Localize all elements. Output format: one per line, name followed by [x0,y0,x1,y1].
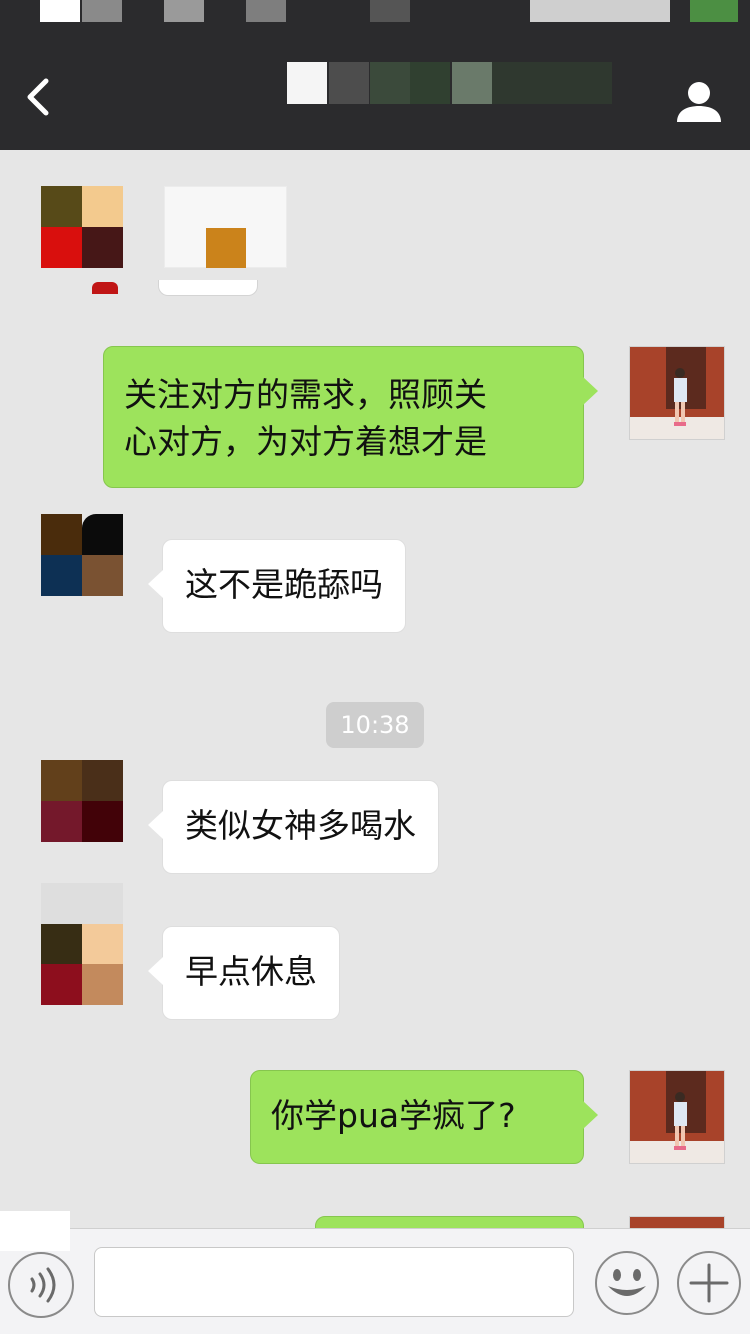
message-text: 早点休息 [185,952,317,991]
sent-message-bubble[interactable] [315,1216,584,1228]
message-text-line: 心对方，为对方着想才是 [124,422,487,461]
received-message-bubble[interactable]: 这不是跪舔吗 [148,539,406,633]
chevron-left-icon [27,78,49,116]
status-bar [0,0,750,28]
image-message[interactable] [164,186,287,268]
person-icon [677,82,721,122]
my-avatar[interactable] [629,1070,725,1164]
back-button[interactable] [12,72,62,122]
message-text-field[interactable] [94,1247,574,1317]
received-message-bubble[interactable]: 早点休息 [148,926,340,1020]
message-bubble-edge [158,280,258,296]
contact-avatar[interactable] [41,760,123,842]
plus-icon [677,1251,741,1315]
emoji-button[interactable] [594,1250,660,1316]
avatar-photo [630,347,724,439]
timestamp: 10:38 [326,702,424,748]
message-text: 这不是跪舔吗 [185,565,383,604]
sent-message-bubble[interactable]: 关注对方的需求，照顾关 心对方，为对方着想才是 [103,346,598,488]
contact-avatar[interactable] [41,883,123,1005]
my-avatar[interactable] [629,1216,725,1228]
contact-avatar[interactable] [41,186,123,268]
profile-button[interactable] [674,80,724,124]
avatar-photo [630,1071,724,1163]
message-text-line: 关注对方的需求，照顾关 [124,375,487,414]
message-text: 类似女神多喝水 [185,806,416,845]
message-text: 你学pua学疯了? [271,1096,516,1135]
chat-message-list[interactable]: 关注对方的需求，照顾关 心对方，为对方着想才是 这不是跪舔吗 10:38 类似女… [0,150,750,1228]
voice-icon [30,1267,56,1303]
voice-cover [0,1211,70,1251]
emoji-icon [595,1251,659,1315]
message-input-bar [0,1211,750,1334]
navigation-bar [0,0,750,150]
image-thumbnail [206,228,246,268]
sent-message-bubble[interactable]: 你学pua学疯了? [250,1070,598,1164]
received-message-bubble[interactable]: 类似女神多喝水 [148,780,439,874]
my-avatar[interactable] [629,346,725,440]
more-options-button[interactable] [676,1250,742,1316]
contact-avatar[interactable] [41,514,123,596]
avatar-fragment [92,282,118,294]
voice-button[interactable] [8,1252,74,1318]
